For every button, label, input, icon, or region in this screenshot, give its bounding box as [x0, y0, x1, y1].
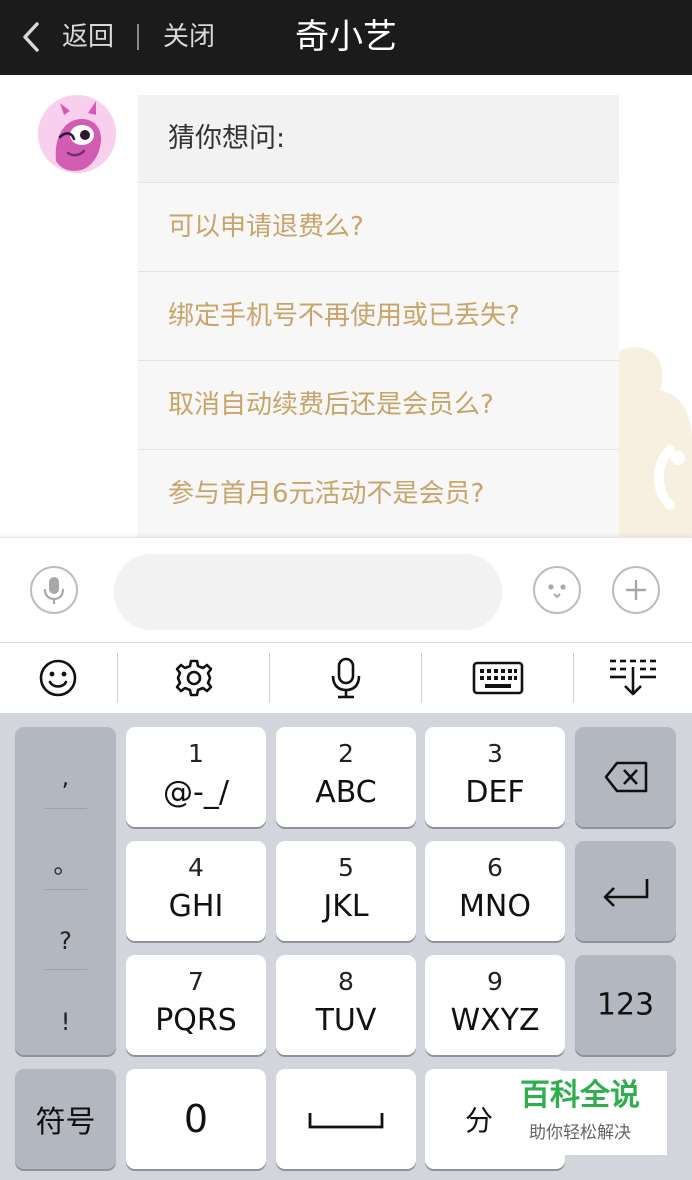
keyboard-emoji-button[interactable]: [0, 643, 134, 713]
suggestion-heading: 猜你想问:: [168, 123, 286, 154]
segment-key-label: 分: [465, 1104, 494, 1137]
suggested-question[interactable]: 绑定手机号不再使用或已丢失?: [138, 271, 619, 360]
numbers-key-label: 123: [596, 987, 655, 1023]
chat-area: 猜你想问: 可以申请退费么? 绑定手机号不再使用或已丢失? 取消自动续费后还是会…: [0, 75, 692, 540]
watermark-logo: 百科全说 助你轻松解决: [493, 1071, 667, 1155]
punct-key-exclamation[interactable]: !: [15, 1008, 116, 1036]
symbols-key[interactable]: 符号: [15, 1069, 116, 1169]
key-letters: @-_/: [163, 775, 229, 810]
key-3[interactable]: 3 DEF: [425, 727, 565, 827]
keyboard-switch-button[interactable]: [422, 643, 574, 713]
space-key[interactable]: [276, 1069, 416, 1169]
punct-divider: [45, 889, 87, 890]
watermark-title: 百科全说: [520, 1078, 640, 1113]
symbols-key-label: 符号: [35, 1105, 96, 1140]
keyboard-icon: [472, 661, 524, 695]
key-4[interactable]: 4 GHI: [126, 841, 266, 941]
key-9[interactable]: 9 WXYZ: [425, 955, 565, 1055]
key-6[interactable]: 6 MNO: [425, 841, 565, 941]
suggested-question[interactable]: 取消自动续费后还是会员么?: [138, 360, 619, 449]
nav-header: 返回 关闭 奇小艺: [0, 0, 692, 75]
suggested-question[interactable]: 参与首月6元活动不是会员?: [138, 449, 619, 538]
suggestion-bubble: 猜你想问: 可以申请退费么? 绑定手机号不再使用或已丢失? 取消自动续费后还是会…: [138, 95, 619, 540]
page-title: 奇小艺: [295, 17, 397, 57]
key-0[interactable]: 0: [126, 1069, 266, 1169]
key-7[interactable]: 7 PQRS: [126, 955, 266, 1055]
face-icon: [548, 584, 566, 599]
key-letters: WXYZ: [450, 1003, 540, 1038]
key-number: 2: [338, 739, 354, 768]
bot-avatar: [38, 95, 116, 173]
key-number: 4: [188, 853, 204, 882]
emoji-panel-button[interactable]: [533, 566, 581, 614]
keyboard-toolbar: [0, 642, 692, 714]
keyboard-collapse-icon: [610, 659, 656, 696]
microphone-icon: [331, 657, 361, 699]
numbers-key[interactable]: 123: [575, 955, 676, 1055]
key-letters: TUV: [315, 1003, 377, 1038]
zero-key-label: 0: [183, 1097, 209, 1141]
backspace-icon: [604, 761, 648, 793]
space-icon: [308, 1113, 384, 1129]
key-letters: PQRS: [155, 1003, 237, 1038]
key-number: 9: [487, 967, 503, 996]
mascot-icon: [38, 95, 116, 173]
keyboard-voice-button[interactable]: [270, 643, 422, 713]
backspace-key[interactable]: [575, 727, 676, 827]
key-letters: DEF: [465, 775, 525, 810]
keyboard-settings-button[interactable]: [118, 643, 270, 713]
plus-icon: [626, 580, 646, 600]
key-letters: JKL: [323, 889, 369, 924]
message-input-bar: [0, 537, 692, 642]
key-letters: GHI: [168, 889, 224, 924]
smiley-icon: [39, 659, 77, 697]
punct-divider: [45, 808, 87, 809]
key-number: 3: [487, 739, 503, 768]
key-8[interactable]: 8 TUV: [276, 955, 416, 1055]
gear-icon: [175, 659, 213, 697]
punct-divider: [45, 969, 87, 970]
key-letters: MNO: [459, 889, 531, 924]
punct-key-comma[interactable]: ,: [15, 763, 116, 791]
key-number: 5: [338, 853, 354, 882]
punct-key-question[interactable]: ?: [15, 927, 116, 955]
watermark-subtitle: 助你轻松解决: [529, 1123, 631, 1143]
punct-key-period[interactable]: 。: [15, 845, 116, 880]
punctuation-column: , 。 ? !: [15, 727, 116, 1055]
microphone-icon: [43, 577, 65, 604]
message-input[interactable]: [114, 554, 502, 630]
key-1[interactable]: 1 @-_/: [126, 727, 266, 827]
key-2[interactable]: 2 ABC: [276, 727, 416, 827]
key-5[interactable]: 5 JKL: [276, 841, 416, 941]
key-letters: ABC: [315, 775, 377, 810]
key-number: 6: [487, 853, 503, 882]
key-number: 8: [338, 967, 354, 996]
voice-input-button[interactable]: [30, 566, 78, 614]
enter-key[interactable]: [575, 841, 676, 941]
hide-keyboard-button[interactable]: [557, 643, 692, 713]
enter-arrow-icon: [603, 879, 649, 907]
suggested-question[interactable]: 可以申请退费么?: [138, 182, 619, 271]
key-number: 1: [188, 739, 204, 768]
add-attachment-button[interactable]: [612, 566, 660, 614]
key-number: 7: [188, 967, 204, 996]
